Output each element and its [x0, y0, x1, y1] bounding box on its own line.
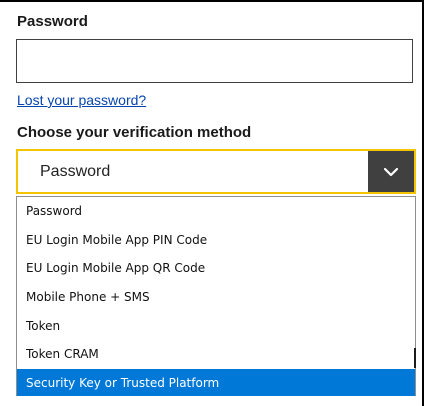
password-label: Password: [17, 13, 88, 30]
verification-method-options: Password EU Login Mobile App PIN Code EU…: [16, 196, 416, 398]
verification-method-selected-value: Password: [40, 163, 111, 180]
option-security-key[interactable]: Security Key or Trusted Platform: [17, 368, 415, 398]
verification-method-select[interactable]: Password: [16, 149, 416, 194]
lost-password-link[interactable]: Lost your password?: [17, 92, 146, 109]
option-mobile-app-qr[interactable]: EU Login Mobile App QR Code: [17, 254, 415, 283]
option-token-cram[interactable]: Token CRAM: [17, 340, 415, 369]
password-input[interactable]: [16, 39, 413, 83]
bottom-gap: [16, 396, 416, 406]
dropdown-toggle-button[interactable]: [368, 151, 414, 192]
option-password[interactable]: Password: [17, 197, 415, 226]
chevron-down-icon: [383, 167, 399, 177]
option-mobile-app-pin[interactable]: EU Login Mobile App PIN Code: [17, 226, 415, 255]
underlying-field-edge: [414, 348, 416, 368]
option-mobile-phone-sms[interactable]: Mobile Phone + SMS: [17, 283, 415, 312]
verification-method-label: Choose your verification method: [17, 124, 252, 141]
option-token[interactable]: Token: [17, 311, 415, 340]
